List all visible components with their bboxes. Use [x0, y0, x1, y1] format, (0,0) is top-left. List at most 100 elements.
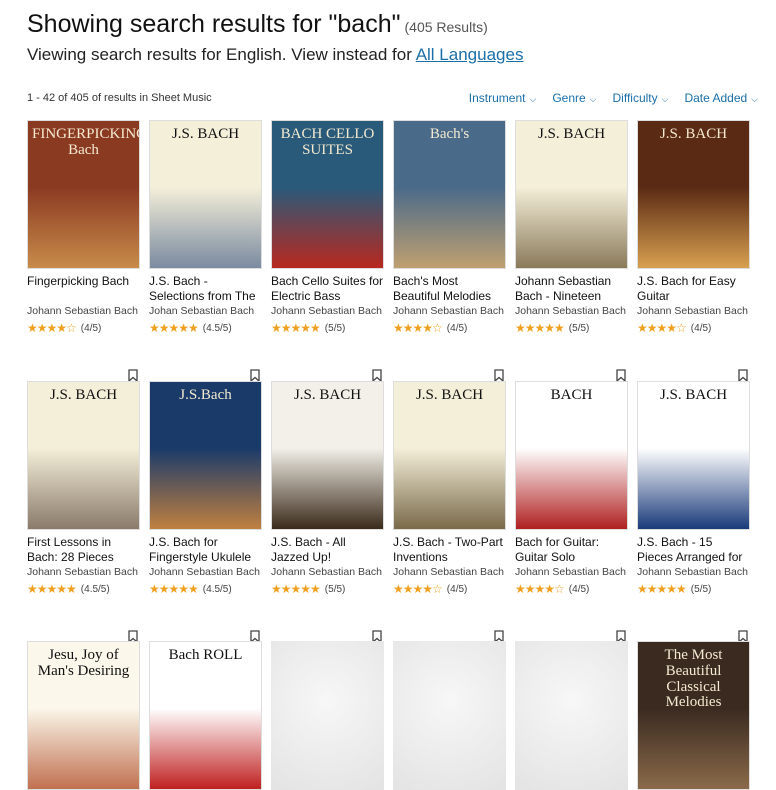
page-title: Showing search results for "bach" (405 Re… — [27, 10, 523, 39]
chevron-down-icon: ⌵ — [529, 94, 537, 104]
product-cover-image[interactable]: The Most Beautiful Classical Melodies — [637, 641, 750, 790]
product-card[interactable]: J.S.Bach J.S. Bach for Fingerstyle Ukulel… — [149, 381, 262, 643]
product-rating: ★★★★★ (5/5) — [515, 321, 628, 335]
product-card[interactable]: BACH Bach for Guitar: Guitar Solo Johann S… — [515, 381, 628, 643]
product-title[interactable]: J.S. Bach - Two-Part Inventions — [393, 535, 506, 565]
product-composer[interactable]: Johann Sebastian Bach — [637, 305, 750, 317]
chevron-down-icon: ⌵ — [589, 94, 597, 104]
product-composer[interactable]: Johann Sebastian Bach — [149, 566, 262, 578]
filter-bar: Instrument ⌵ Genre ⌵ Difficulty ⌵ Date Adde… — [469, 91, 758, 105]
product-cover-image[interactable] — [515, 641, 628, 790]
chevron-down-icon: ⌵ — [661, 94, 669, 104]
product-card[interactable] — [393, 641, 506, 790]
product-title[interactable]: J.S. Bach for Fingerstyle Ukulele — [149, 535, 262, 565]
product-title[interactable]: First Lessons in Bach: 28 Pieces — [27, 535, 140, 565]
star-rating-icon: ★★★★☆ — [637, 321, 687, 335]
product-title[interactable]: J.S. Bach for Easy Guitar — [637, 274, 750, 304]
product-title[interactable]: Bach Cello Suites for Electric Bass — [271, 274, 384, 304]
product-cover-image[interactable] — [271, 641, 384, 790]
product-card[interactable]: Bach ROLL — [149, 641, 262, 790]
filter-label: Date Added — [684, 91, 748, 105]
rating-score: (5/5) — [568, 322, 590, 334]
filter-label: Genre — [552, 91, 586, 105]
product-rating: ★★★★★ (5/5) — [637, 582, 750, 596]
product-composer[interactable]: Johan Sebastian Bach — [149, 305, 262, 317]
product-cover-image[interactable]: J.S. BACH — [637, 120, 750, 269]
cover-title: FINGERPICKING Bach — [32, 126, 140, 158]
product-composer[interactable]: Johann Sebastian Bach — [515, 305, 628, 317]
star-rating-icon: ★★★★☆ — [393, 321, 443, 335]
cover-title: Bach's — [429, 126, 470, 142]
product-card[interactable]: J.S. BACH Johann Sebastian Bach - Ninetee… — [515, 120, 628, 382]
product-cover-image[interactable]: BACH — [515, 381, 628, 530]
cover-title: BACH CELLO SUITES — [280, 126, 375, 158]
product-card[interactable]: J.S. BACH J.S. Bach - All Jazzed Up! Johan… — [271, 381, 384, 643]
star-rating-icon: ★★★★☆ — [27, 321, 77, 335]
product-cover-image[interactable]: BACH CELLO SUITES — [271, 120, 384, 269]
product-rating: ★★★★☆ (4/5) — [27, 321, 140, 335]
product-title[interactable]: J.S. Bach - All Jazzed Up! — [271, 535, 384, 565]
product-cover-image[interactable]: J.S. BACH — [271, 381, 384, 530]
product-cover-image[interactable]: Bach ROLL — [149, 641, 262, 790]
cover-title: Bach ROLL — [168, 647, 243, 663]
product-card[interactable] — [271, 641, 384, 790]
product-cover-image[interactable] — [393, 641, 506, 790]
product-card[interactable]: J.S. BACH J.S. Bach - 15 Pieces Arranged … — [637, 381, 750, 643]
product-card[interactable] — [515, 641, 628, 790]
star-rating-icon: ★★★★★ — [149, 582, 199, 596]
product-cover-image[interactable]: J.S. BACH — [27, 381, 140, 530]
filter-instrument[interactable]: Instrument ⌵ — [469, 91, 537, 105]
product-cover-image[interactable]: J.S.Bach — [149, 381, 262, 530]
star-rating-icon: ★★★★★ — [271, 321, 321, 335]
product-card[interactable]: J.S. BACH J.S. Bach - Selections from The… — [149, 120, 262, 382]
product-title[interactable]: J.S. Bach - 15 Pieces Arranged for Three… — [637, 535, 750, 565]
cover-title: J.S. BACH — [537, 126, 606, 142]
product-cover-image[interactable]: J.S. BACH — [515, 120, 628, 269]
results-header: Showing search results for "bach" (405 Re… — [27, 10, 523, 65]
all-languages-link[interactable]: All Languages — [416, 45, 524, 64]
product-rating: ★★★★★ (4.5/5) — [149, 582, 262, 596]
product-card[interactable]: J.S. BACH First Lessons in Bach: 28 Piece… — [27, 381, 140, 643]
product-composer[interactable]: Johann Sebastian Bach — [271, 305, 384, 317]
product-card[interactable]: The Most Beautiful Classical Melodies — [637, 641, 750, 790]
filter-genre[interactable]: Genre ⌵ — [552, 91, 596, 105]
product-composer[interactable]: Johann Sebastian Bach — [393, 566, 506, 578]
product-composer[interactable]: Johann Sebastian Bach — [27, 305, 140, 317]
filter-difficulty[interactable]: Difficulty ⌵ — [613, 91, 669, 105]
filter-label: Difficulty — [612, 91, 658, 105]
rating-score: (4/5) — [446, 583, 468, 595]
product-card[interactable]: Bach's Bach's Most Beautiful Melodies Joha… — [393, 120, 506, 382]
star-rating-icon: ★★★★☆ — [515, 582, 565, 596]
cover-title: J.S.Bach — [179, 387, 232, 403]
product-card[interactable]: Jesu, Joy of Man's Desiring — [27, 641, 140, 790]
product-cover-image[interactable]: J.S. BACH — [637, 381, 750, 530]
product-cover-image[interactable]: Jesu, Joy of Man's Desiring — [27, 641, 140, 790]
product-title[interactable]: J.S. Bach - Selections from The Notebook — [149, 274, 262, 304]
results-info: 1 - 42 of 405 of results in Sheet Music — [27, 92, 212, 104]
star-rating-icon: ★★★★★ — [271, 582, 321, 596]
product-composer[interactable]: Johann Sebastian Bach — [393, 305, 506, 317]
product-composer[interactable]: Johann Sebastian Bach — [515, 566, 628, 578]
cover-title: J.S. BACH — [659, 126, 728, 142]
language-notice-text: Viewing search results for English. View… — [27, 45, 416, 64]
product-card[interactable]: BACH CELLO SUITES Bach Cello Suites for E… — [271, 120, 384, 382]
product-cover-image[interactable]: Bach's — [393, 120, 506, 269]
product-composer[interactable]: Johann Sebastian Bach — [27, 566, 140, 578]
star-rating-icon: ★★★★★ — [637, 582, 687, 596]
product-rating: ★★★★★ (4.5/5) — [149, 321, 262, 335]
product-cover-image[interactable]: J.S. BACH — [393, 381, 506, 530]
product-cover-image[interactable]: FINGERPICKING Bach — [27, 120, 140, 269]
product-card[interactable]: J.S. BACH J.S. Bach - Two-Part Inventions… — [393, 381, 506, 643]
product-title[interactable]: Johann Sebastian Bach - Nineteen Little — [515, 274, 628, 304]
rating-score: (5/5) — [690, 583, 712, 595]
star-rating-icon: ★★★★☆ — [393, 582, 443, 596]
product-composer[interactable]: Johann Sebastian Bach — [271, 566, 384, 578]
product-title[interactable]: Bach's Most Beautiful Melodies — [393, 274, 506, 304]
product-title[interactable]: Bach for Guitar: Guitar Solo — [515, 535, 628, 565]
product-cover-image[interactable]: J.S. BACH — [149, 120, 262, 269]
product-title[interactable]: Fingerpicking Bach — [27, 274, 140, 304]
product-card[interactable]: J.S. BACH J.S. Bach for Easy Guitar Johann… — [637, 120, 750, 382]
product-card[interactable]: FINGERPICKING Bach Fingerpicking Bach Joha… — [27, 120, 140, 382]
product-composer[interactable]: Johann Sebastian Bach — [637, 566, 750, 578]
filter-date-added[interactable]: Date Added ⌵ — [684, 91, 758, 105]
